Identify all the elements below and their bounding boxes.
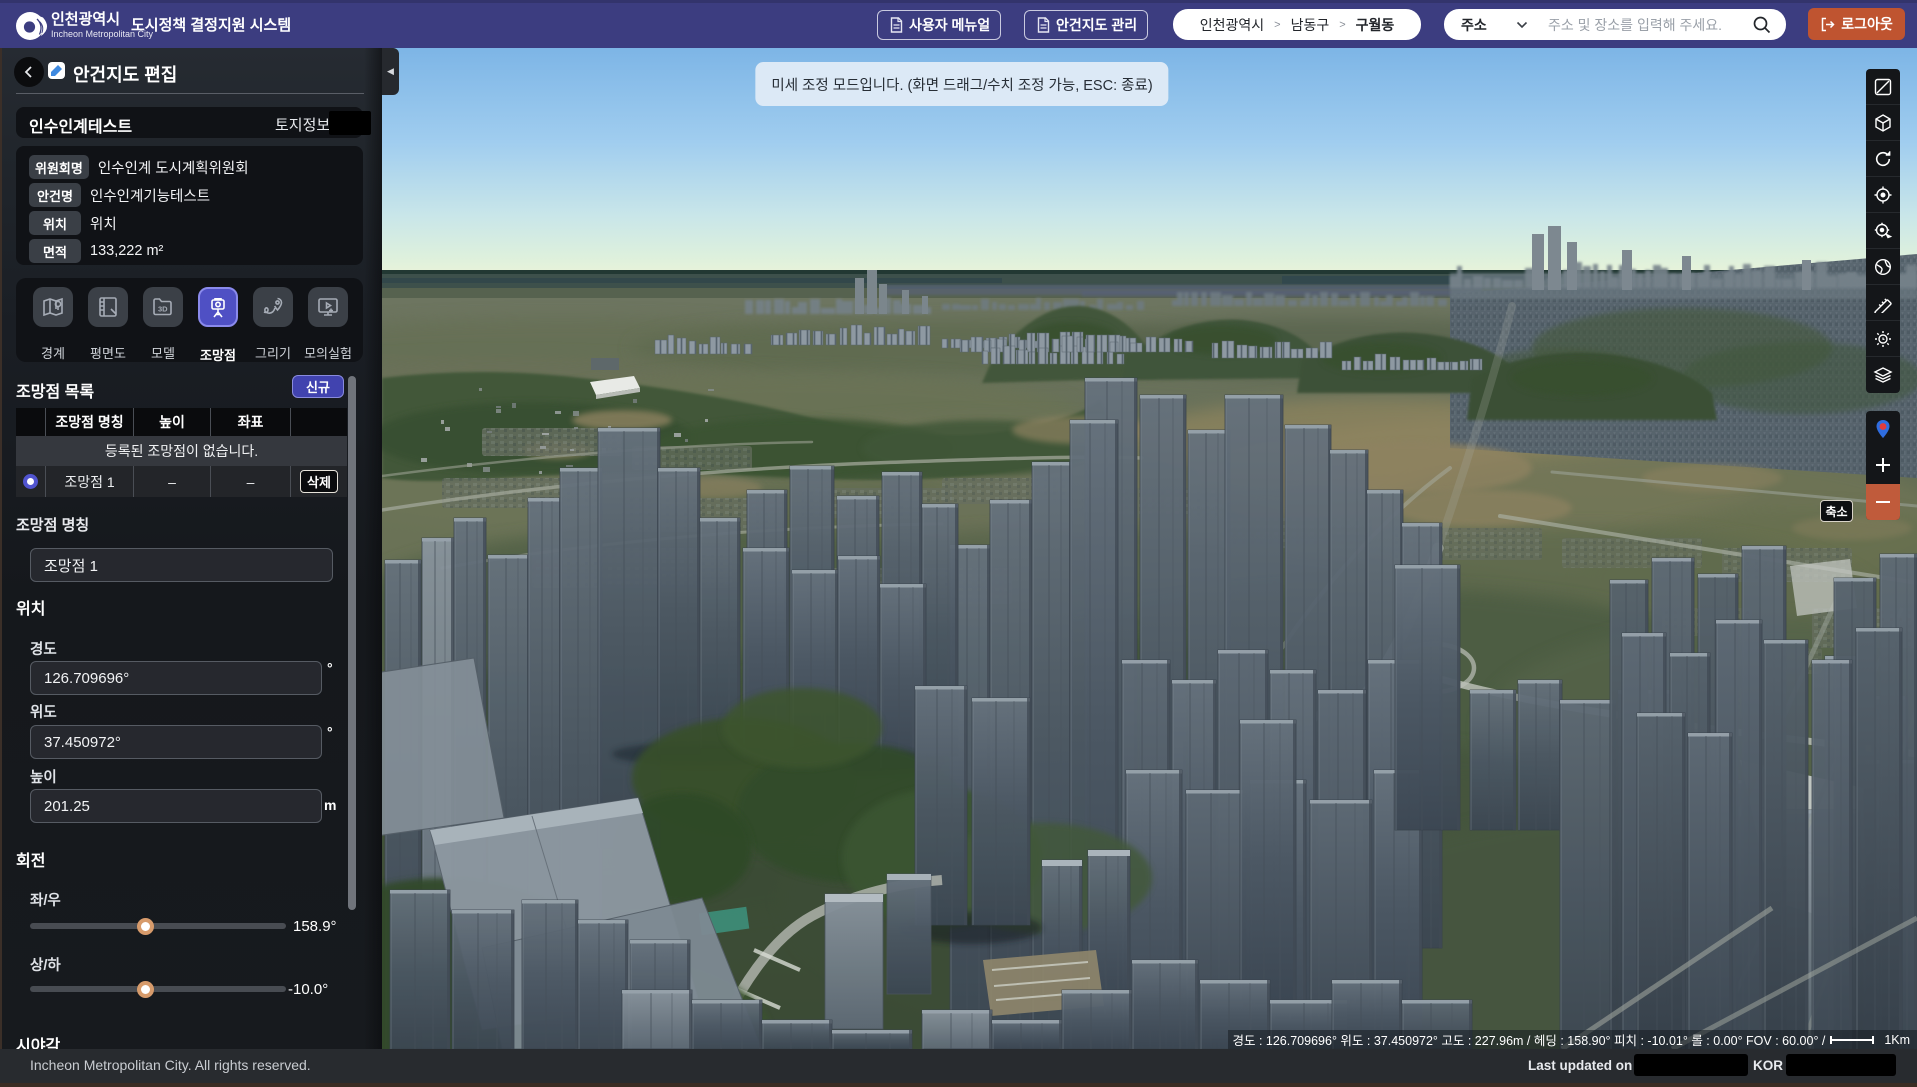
svg-text:3D: 3D — [158, 305, 168, 314]
